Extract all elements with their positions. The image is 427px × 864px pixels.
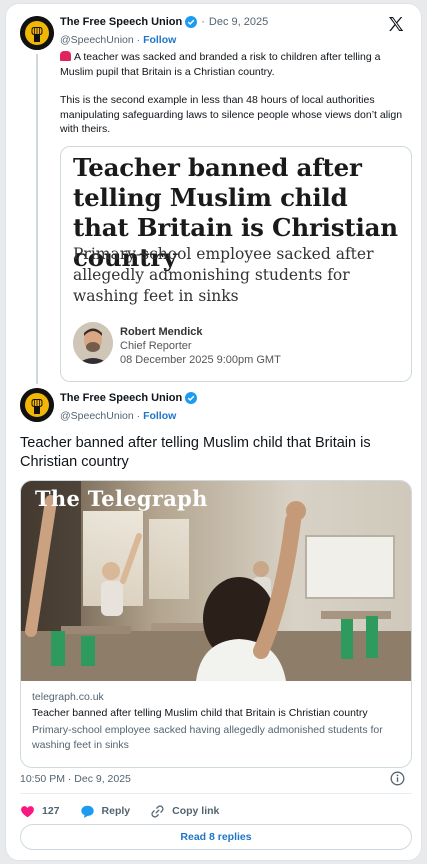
link-description: Primary-school employee sacked having al…	[32, 724, 383, 751]
like-button[interactable]: 127	[20, 804, 60, 819]
like-count: 127	[42, 805, 60, 817]
copy-link-button[interactable]: Copy link	[150, 804, 219, 819]
telegraph-logo: The Telegraph	[35, 486, 208, 511]
link-preview-image: The Telegraph	[21, 481, 411, 681]
tweet1-paragraph2: This is the second example in less than …	[60, 94, 403, 135]
follow-button[interactable]: Follow	[143, 410, 176, 422]
tweet2-handle-row: @SpeechUnion · Follow	[60, 410, 176, 422]
tweet-actions: 127 Reply Copy link	[20, 801, 239, 821]
rotating-light-icon	[60, 51, 71, 61]
tweet1-header: The Free Speech Union · Dec 9, 2025	[60, 16, 268, 28]
reply-label: Reply	[101, 805, 131, 817]
heart-icon	[21, 805, 34, 817]
article-subheadline: Primary-school employee sacked after all…	[73, 245, 374, 305]
account-avatar[interactable]	[20, 16, 54, 50]
tweet2-text: Teacher banned after telling Muslim chil…	[20, 435, 371, 470]
verified-badge-icon	[185, 392, 198, 404]
author-name: Robert Mendick	[120, 326, 203, 338]
article-screenshot-image[interactable]: Teacher banned after telling Muslim chil…	[60, 146, 412, 382]
x-logo-icon[interactable]	[387, 15, 405, 33]
reply-bubble-icon	[80, 805, 94, 818]
tweet-timestamp[interactable]: 10:50 PM · Dec 9, 2025	[20, 773, 131, 785]
info-icon[interactable]	[390, 771, 405, 786]
read-replies-button[interactable]: Read 8 replies	[20, 824, 412, 850]
link-title: Teacher banned after telling Muslim chil…	[32, 707, 368, 719]
link-preview-card[interactable]: The Telegraph telegraph.co.uk Teacher ba…	[20, 480, 412, 768]
follow-button[interactable]: Follow	[143, 34, 176, 46]
article-date: 08 December 2025 9:00pm GMT	[120, 354, 281, 366]
thread-line	[36, 54, 38, 384]
reply-button[interactable]: Reply	[80, 804, 131, 819]
account-name[interactable]: The Free Speech Union	[60, 16, 182, 28]
link-domain: telegraph.co.uk	[32, 691, 104, 703]
fist-logo-icon	[20, 16, 54, 50]
fist-logo-icon	[20, 388, 54, 422]
separator: ·	[136, 410, 141, 422]
tweet1-text: A teacher was sacked and branded a risk …	[60, 50, 412, 137]
tweet-date[interactable]: Dec 9, 2025	[209, 16, 268, 28]
author-role: Chief Reporter	[120, 340, 192, 352]
tweet1-paragraph1-text: A teacher was sacked and branded a risk …	[60, 51, 381, 78]
tweet1-paragraph1: A teacher was sacked and branded a risk …	[60, 50, 412, 79]
account-handle[interactable]: @SpeechUnion	[60, 410, 134, 422]
tweet1-handle-row: @SpeechUnion · Follow	[60, 34, 176, 46]
link-icon	[151, 804, 164, 818]
separator: ·	[201, 16, 205, 28]
tweet2-header: The Free Speech Union	[60, 392, 198, 404]
account-handle[interactable]: @SpeechUnion	[60, 34, 134, 46]
account-avatar[interactable]	[20, 388, 54, 422]
author-photo	[73, 322, 113, 364]
copy-link-label: Copy link	[172, 805, 220, 817]
separator: ·	[136, 34, 141, 46]
divider	[20, 793, 412, 794]
account-name[interactable]: The Free Speech Union	[60, 392, 182, 404]
tweet-embed-card: The Free Speech Union · Dec 9, 2025 @Spe…	[5, 3, 422, 861]
verified-badge-icon	[185, 16, 198, 28]
